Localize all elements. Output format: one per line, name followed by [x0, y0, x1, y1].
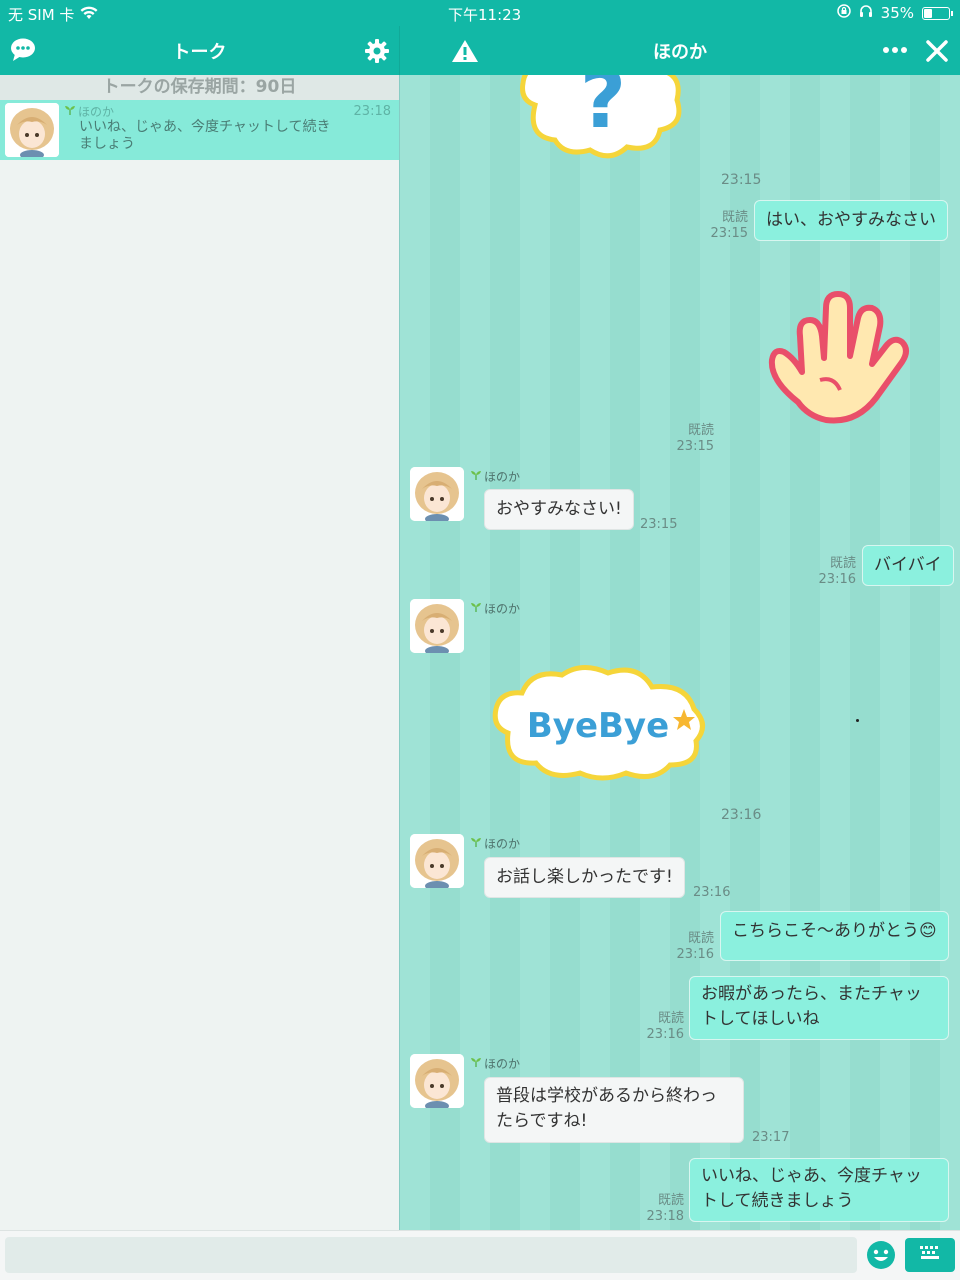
sticker-time: 23:15 [721, 172, 762, 188]
sender-name: ほのか [470, 600, 520, 617]
incoming-message[interactable]: おやすみなさい! [484, 489, 634, 530]
byebye-sticker[interactable]: ByeBye [490, 661, 710, 787]
battery-percent: 35% [880, 4, 914, 22]
wifi-icon [80, 6, 98, 24]
sprout-icon [64, 104, 76, 119]
message-time: 23:16 [646, 1027, 684, 1042]
sender-avatar[interactable] [410, 834, 464, 888]
talk-item-name-text: ほのか [78, 105, 115, 119]
sender-name-text: ほのか [484, 602, 521, 616]
sprout-icon [470, 1056, 482, 1071]
sender-avatar[interactable] [410, 467, 464, 521]
talk-item-name: ほのか [64, 103, 114, 120]
outgoing-message[interactable]: お暇があったら、またチャットしてほしいね [689, 976, 949, 1040]
status-right: 35% [836, 4, 953, 22]
read-receipt: 既読 [657, 1193, 684, 1208]
read-receipt: 既読 [829, 556, 856, 571]
sticker-meta: 既読 23:15 [668, 423, 714, 455]
outgoing-message[interactable]: こちらこそ〜ありがとう😊 [720, 911, 949, 961]
chat-navbar: ほのか [400, 26, 960, 75]
outgoing-message[interactable]: いいね、じゃあ、今度チャットして続きましょう [689, 1158, 949, 1222]
keyboard-button[interactable] [905, 1238, 955, 1272]
status-time: 下午11:23 [448, 6, 522, 24]
message-meta: 既読 23:18 [638, 1193, 684, 1225]
message-input-bar [0, 1230, 960, 1280]
message-meta: 既読 23:16 [638, 1011, 684, 1043]
read-receipt: 既読 [721, 210, 748, 225]
sender-name: ほのか [470, 468, 520, 485]
stray-dot [856, 719, 859, 722]
sticker-time: 23:16 [721, 807, 762, 823]
hand-wave-sticker[interactable] [760, 280, 912, 434]
talk-list-title: トーク [172, 42, 227, 63]
read-receipt: 既読 [687, 423, 714, 438]
more-options-icon[interactable] [880, 40, 910, 60]
message-time: 23:18 [646, 1209, 684, 1224]
sender-name-text: ほのか [484, 837, 521, 851]
svg-text:?: ? [580, 75, 626, 146]
question-sticker[interactable]: ? [515, 75, 685, 164]
sprout-icon [470, 836, 482, 851]
message-time: 23:16 [676, 947, 714, 962]
status-bar: 无 SIM 卡 下午11:23 35% [0, 0, 960, 26]
talk-list-item[interactable]: ほのか 23:18 いいね、じゃあ、今度チャットして続きましょう [0, 100, 399, 160]
outgoing-message[interactable]: バイバイ [862, 545, 954, 586]
sender-name: ほのか [470, 1055, 520, 1072]
sender-avatar[interactable] [410, 1054, 464, 1108]
talk-item-time: 23:18 [353, 104, 391, 119]
talk-list-pane: トークの保存期間：90日 ほのか 23:18 いいね、じゃあ、今度チャットして続… [0, 75, 399, 1230]
sender-avatar[interactable] [410, 599, 464, 653]
message-input[interactable] [5, 1237, 857, 1273]
message-meta: 既読 23:16 [670, 931, 714, 963]
byebye-text: ByeBye [527, 706, 669, 746]
message-time: 23:16 [818, 572, 856, 587]
headphones-icon [859, 4, 873, 22]
read-receipt: 既読 [657, 1011, 684, 1026]
message-meta: 既読 23:16 [812, 556, 856, 588]
sprout-icon [470, 601, 482, 616]
battery-icon [922, 6, 953, 20]
chat-pane[interactable]: ? 23:15 既読 23:15 はい、おやすみなさい 既読 23:15 ほのか… [400, 75, 960, 1230]
gear-icon[interactable] [362, 36, 392, 66]
message-time: 23:15 [676, 439, 714, 454]
keyboard-icon [918, 1244, 942, 1266]
message-time: 23:16 [693, 885, 731, 900]
retention-notice: トークの保存期間：90日 [0, 75, 399, 100]
talk-list-navbar: トーク [0, 26, 399, 75]
incoming-message[interactable]: 普段は学校があるから終わったらですね! [484, 1077, 744, 1143]
avatar [5, 103, 59, 157]
carrier-label: 无 SIM 卡 [8, 6, 75, 24]
emoji-icon[interactable] [866, 1240, 896, 1270]
talk-item-preview: いいね、じゃあ、今度チャットして続きましょう [79, 119, 331, 152]
orientation-lock-icon [836, 4, 851, 22]
chat-title: ほのか [653, 42, 707, 63]
sender-name-text: ほのか [484, 1057, 521, 1071]
status-left: 无 SIM 卡 [8, 4, 98, 25]
message-time: 23:17 [752, 1130, 790, 1145]
close-icon[interactable] [924, 38, 950, 64]
incoming-message[interactable]: お話し楽しかったです! [484, 857, 685, 898]
outgoing-message[interactable]: はい、おやすみなさい [754, 200, 948, 241]
sender-name-text: ほのか [484, 470, 521, 484]
sender-name: ほのか [470, 835, 520, 852]
read-receipt: 既読 [687, 931, 714, 946]
message-time: 23:15 [710, 226, 748, 241]
message-time: 23:15 [640, 517, 678, 532]
sprout-icon [470, 469, 482, 484]
message-meta: 既読 23:15 [702, 210, 748, 242]
